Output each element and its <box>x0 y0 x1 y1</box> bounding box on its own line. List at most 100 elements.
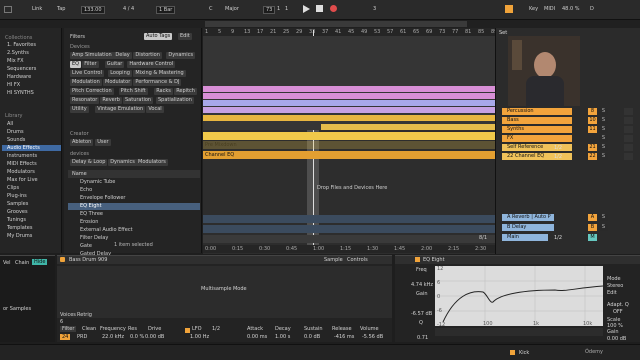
filter-tag[interactable]: Live Control <box>70 70 104 77</box>
eq-freq-value[interactable]: 4.74 kHz <box>411 282 433 288</box>
adapt-q-toggle[interactable]: OFF <box>613 309 623 315</box>
filter-tag[interactable]: Vintage Emulation <box>95 106 146 113</box>
computer-midi-button[interactable]: D <box>590 6 594 12</box>
filter-tag[interactable]: Guitar <box>104 61 125 68</box>
eq-gain-out-value[interactable]: 0.00 dB <box>607 336 626 342</box>
record-icon[interactable] <box>330 5 337 12</box>
eq-q-value[interactable]: 0.71 <box>417 335 428 341</box>
track-number[interactable]: 8 <box>588 108 597 115</box>
browser-item[interactable]: EQ Three <box>68 211 200 218</box>
track-row[interactable]: Percussion 8 S <box>496 108 640 116</box>
filter-tag[interactable]: Utility <box>70 106 89 113</box>
decay-value[interactable]: 1.00 s <box>275 334 290 340</box>
track-name[interactable]: Synths <box>502 126 572 133</box>
voices-value[interactable]: 6 <box>60 319 63 325</box>
filter-tag[interactable]: Distortion <box>133 52 162 59</box>
filter-tag[interactable]: EQ <box>70 61 82 68</box>
solo-button[interactable]: S <box>599 153 608 160</box>
vel-button[interactable]: Vel <box>3 260 11 266</box>
solo-button[interactable]: S <box>599 108 608 115</box>
synth-clip-1[interactable] <box>203 86 495 92</box>
song-overview[interactable] <box>205 21 467 27</box>
solo-button[interactable]: S <box>599 214 608 221</box>
return-button[interactable]: B <box>588 224 597 231</box>
fx-return-clip[interactable] <box>203 115 495 121</box>
library-item[interactable]: Sounds <box>7 137 25 143</box>
sample-tab[interactable]: Sample <box>324 257 343 263</box>
track-row[interactable]: 22 Channel EQ 22 1/2 S <box>496 153 640 161</box>
volume-value[interactable]: -5.56 dB <box>362 334 383 340</box>
channel-eq-lane[interactable] <box>203 151 495 159</box>
browser-item[interactable]: Envelope Follower <box>68 195 200 202</box>
track-row[interactable]: FX S <box>496 135 640 143</box>
filter-tag[interactable]: Delay <box>113 52 132 59</box>
track-name[interactable]: Bass <box>502 117 572 124</box>
return-row[interactable]: A Reverb | Auto P AS <box>496 214 640 222</box>
filter-tag[interactable]: Modulation <box>70 79 102 86</box>
filter-tag[interactable]: Saturation <box>123 97 154 104</box>
filter-tag[interactable]: Amp Simulation <box>70 52 114 59</box>
filter-tag[interactable]: Looping <box>108 70 132 77</box>
chain-button[interactable]: Chain <box>15 260 29 266</box>
return-name[interactable]: B Delay <box>502 224 554 231</box>
library-item[interactable]: Grooves <box>7 209 28 215</box>
main-name[interactable]: Main <box>502 234 548 241</box>
browser-item[interactable]: External Audio Effect <box>68 227 200 234</box>
quantize-select[interactable]: 1 Bar <box>156 6 176 14</box>
library-item[interactable]: Templates <box>7 225 32 231</box>
track-row[interactable]: Synths 11 S <box>496 126 640 134</box>
return-button[interactable]: A <box>588 214 597 221</box>
library-item[interactable]: My Drums <box>7 233 32 239</box>
attack-value[interactable]: 0.00 ms <box>247 334 267 340</box>
filter-tag[interactable]: Dynamics <box>166 52 196 59</box>
midi-map-button[interactable]: MIDI <box>544 6 555 12</box>
browser-item[interactable]: EQ Eight <box>68 203 200 210</box>
frequency-value[interactable]: 22.0 kHz <box>102 334 124 340</box>
key-select[interactable]: C <box>209 6 213 12</box>
filter-tag[interactable]: Filter <box>82 61 99 68</box>
position-beats[interactable]: 1 <box>277 6 280 12</box>
stop-icon[interactable] <box>316 5 323 12</box>
creator-tag[interactable]: Ableton <box>70 139 94 146</box>
meter-field[interactable]: 4 / 4 <box>123 6 134 12</box>
pre-mixdown-lane[interactable] <box>203 141 495 149</box>
solo-button[interactable]: S <box>599 144 608 151</box>
creator-tag[interactable]: User <box>95 139 111 146</box>
track-row[interactable]: Self Reference 21 1/2 S <box>496 144 640 152</box>
eq-mode-select[interactable]: Stereo <box>607 283 623 289</box>
browser-item[interactable]: Filter Delay <box>68 235 200 242</box>
library-item[interactable]: Clips <box>7 185 19 191</box>
library-item[interactable]: Modulators <box>7 169 35 175</box>
lfo-hz[interactable]: 1.00 Hz <box>190 334 209 340</box>
key-map-icon[interactable] <box>505 5 513 13</box>
scale-select[interactable]: Major <box>225 6 239 12</box>
eq-gain-value[interactable]: -6.57 dB <box>411 311 432 317</box>
main-div[interactable]: 1/2 <box>554 235 562 241</box>
library-item[interactable]: Samples <box>7 201 28 207</box>
filter-tag[interactable]: Performance & DJ <box>133 79 182 86</box>
solo-button[interactable]: S <box>599 126 608 133</box>
collection-item[interactable]: HI SYNTHS <box>7 90 34 96</box>
collection-item[interactable]: Sequencers <box>7 66 36 72</box>
library-item[interactable]: Drums <box>7 129 24 135</box>
filter-poles[interactable]: 24 <box>60 334 71 340</box>
track-number[interactable]: 21 <box>588 144 597 151</box>
key-map-button[interactable]: Key <box>529 6 538 12</box>
filter-mode[interactable]: PRD <box>77 334 87 340</box>
collection-item[interactable]: Mix FX <box>7 58 24 64</box>
main-row[interactable]: Main 1/2 M <box>496 234 640 242</box>
time-ruler[interactable]: 0:00 0:15 0:30 0:45 1:00 1:15 1:30 1:45 2:00 2:15… <box>203 245 495 253</box>
library-item[interactable]: Audio Effects <box>2 145 61 151</box>
drive-value[interactable]: 0.00 dB <box>145 334 164 340</box>
return-name[interactable]: A Reverb | Auto P <box>502 214 554 221</box>
tap-button[interactable]: Tap <box>57 6 65 12</box>
edit-tags-button[interactable]: Edit <box>178 33 192 40</box>
filter-tag[interactable]: Vocal <box>146 106 164 113</box>
track-name[interactable]: FX <box>502 135 572 142</box>
synth-clip-3[interactable] <box>203 100 495 106</box>
collection-item[interactable]: 2.Synths <box>7 50 29 56</box>
tempo-field[interactable]: 133.00 <box>81 6 105 14</box>
browser-item[interactable]: Echo <box>68 187 200 194</box>
library-item[interactable]: MIDI Effects <box>7 161 37 167</box>
filter-type[interactable]: Clean <box>82 326 96 332</box>
